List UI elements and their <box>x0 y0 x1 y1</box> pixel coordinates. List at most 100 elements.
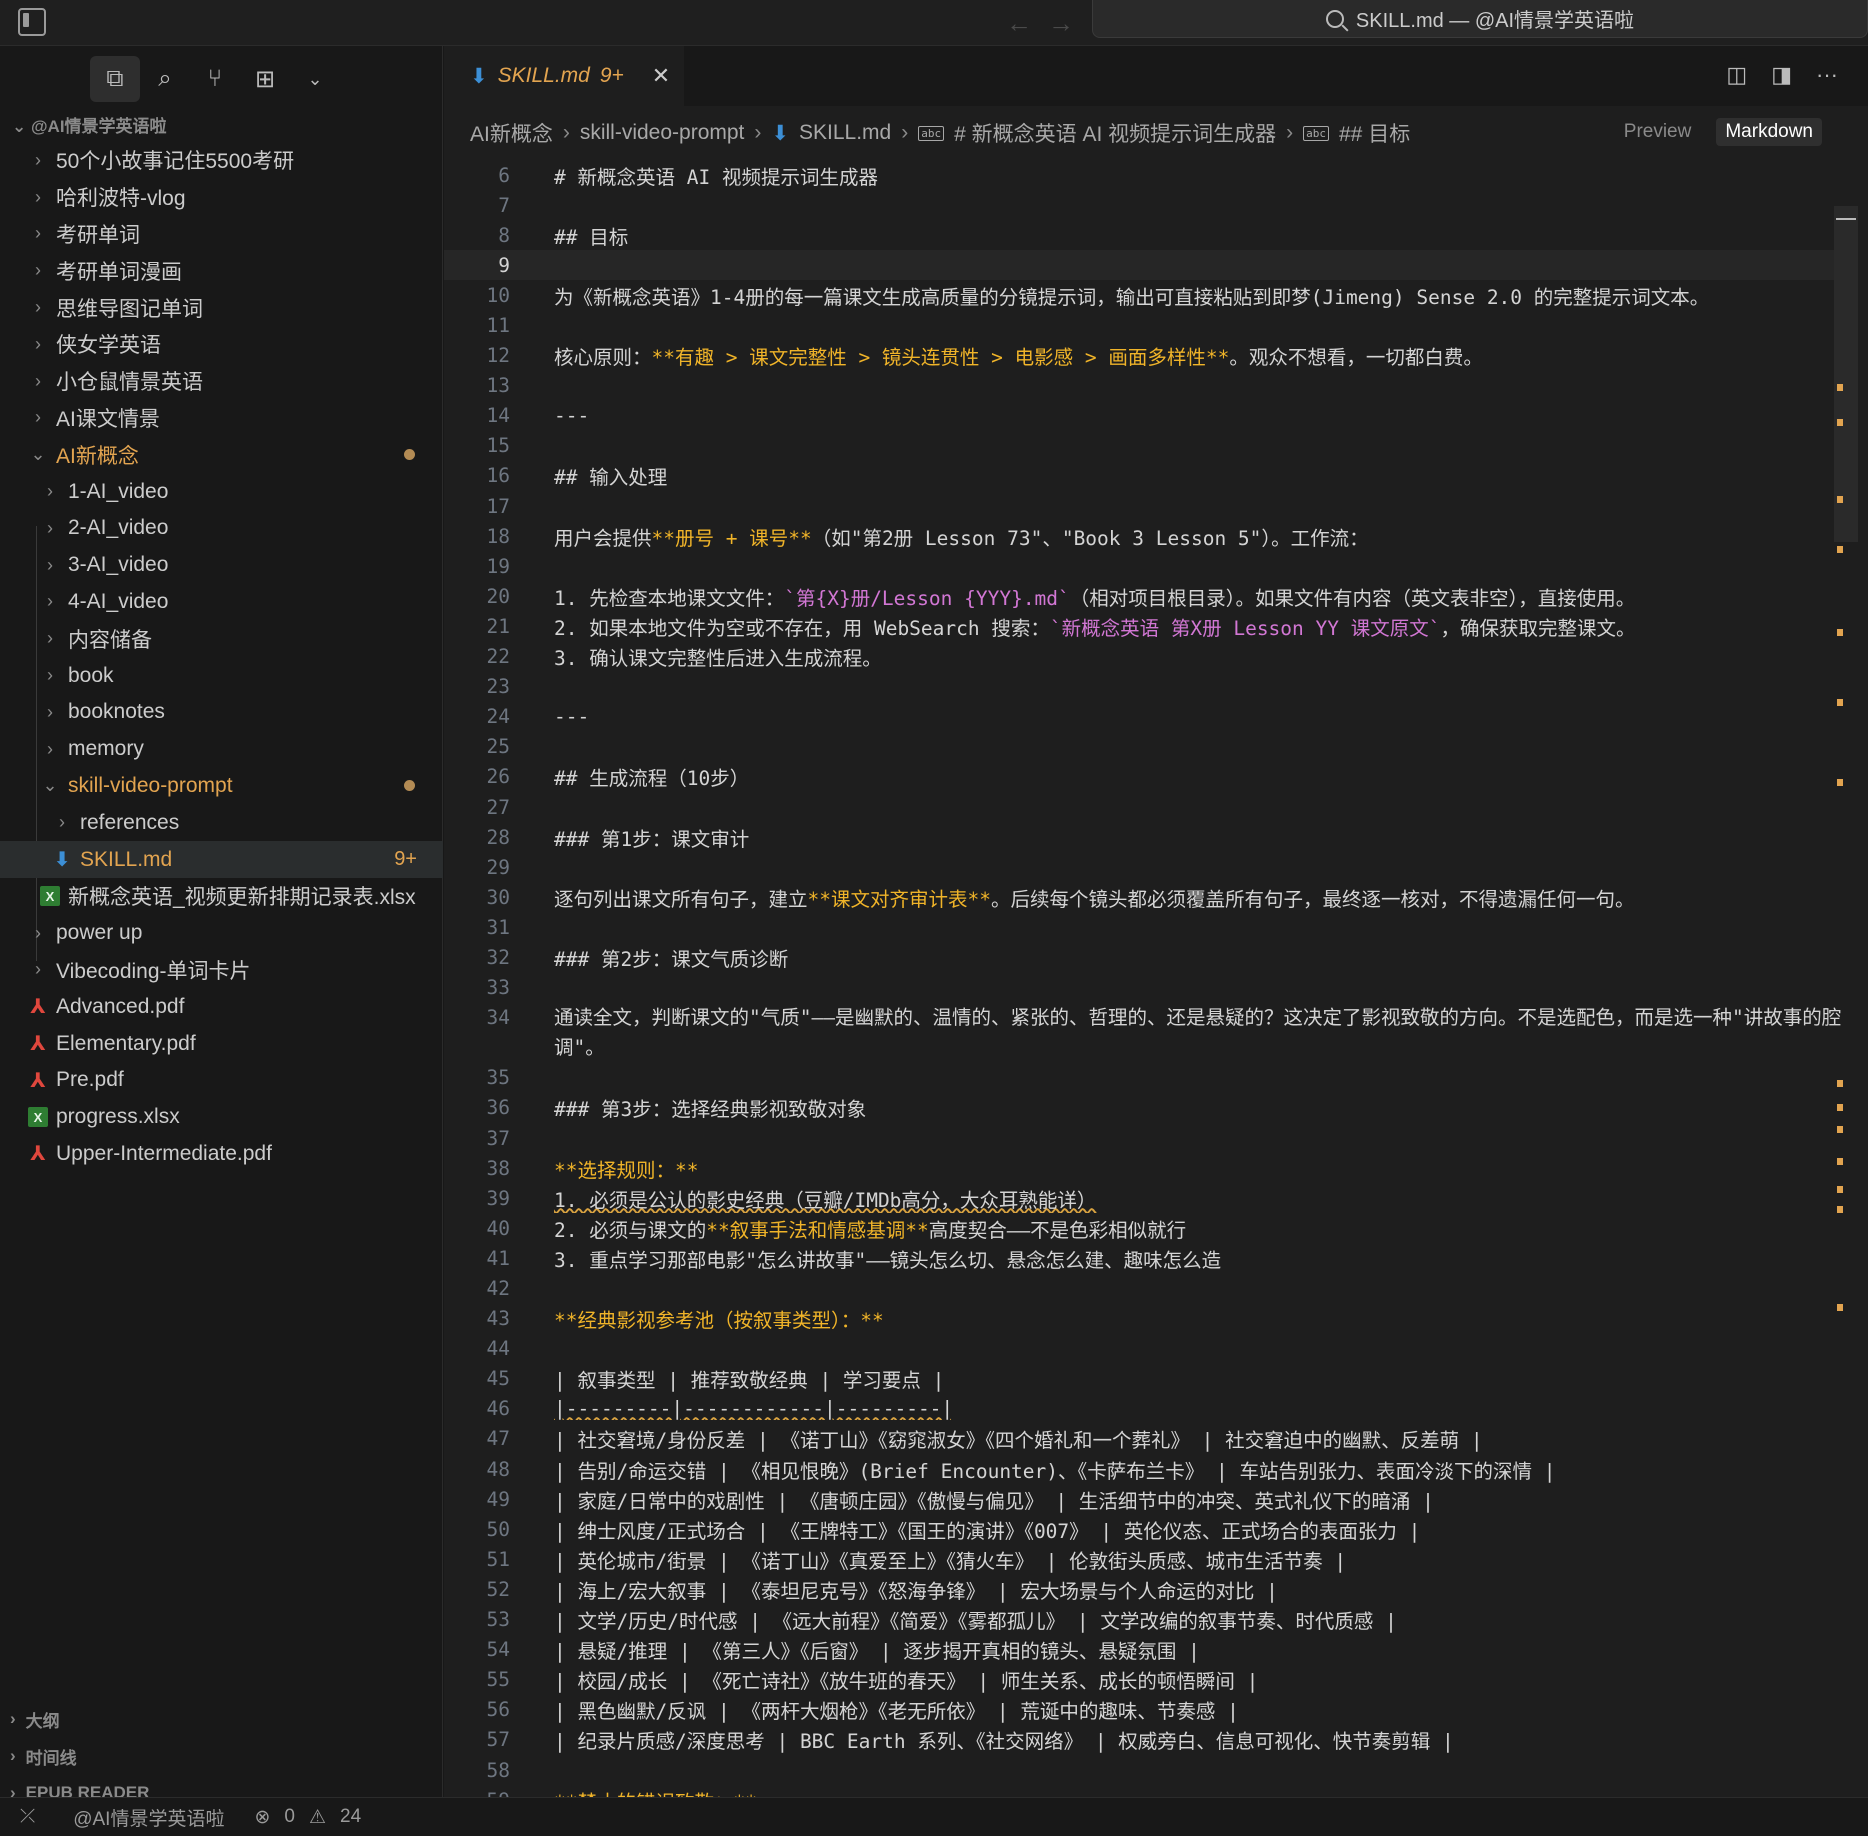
tree-item[interactable]: › 3-AI_video <box>0 547 443 584</box>
code-line[interactable]: 6 # 新概念英语 AI 视频提示词生成器 <box>444 160 1844 190</box>
tree-item[interactable]: › booknotes <box>0 694 443 731</box>
tree-item[interactable]: › 思维导图记单词 <box>0 289 443 326</box>
code-line[interactable]: 28 ### 第1步：课文审计 <box>444 822 1844 852</box>
code-line[interactable]: 43 **经典影视参考池（按叙事类型）：** <box>444 1304 1844 1334</box>
code-line[interactable]: 8 ## 目标 <box>444 220 1844 250</box>
tree-item[interactable]: ⅄ Elementary.pdf <box>0 1025 443 1062</box>
code-line[interactable]: 27 <box>444 792 1844 822</box>
editor-scrollbar[interactable] <box>1834 206 1858 542</box>
code-line[interactable]: 56 | 黑色幽默/反讽 | 《两杆大烟枪》《老无所依》 | 荒诞中的趣味、节奏感… <box>444 1695 1844 1725</box>
code-line[interactable]: 11 <box>444 310 1844 340</box>
more-actions-icon[interactable]: ··· <box>1816 62 1838 88</box>
code-line[interactable]: 58 <box>444 1755 1844 1785</box>
tree-item[interactable]: ⌄ skill-video-prompt <box>0 768 443 805</box>
code-line[interactable]: 42 <box>444 1273 1844 1303</box>
tree-item[interactable]: › Vibecoding-单词卡片 <box>0 952 443 989</box>
error-count[interactable]: 0 <box>284 1806 295 1828</box>
code-line[interactable]: 57 | 纪录片质感/深度思考 | BBC Earth 系列、《社交网络》 | 权… <box>444 1725 1844 1755</box>
code-line[interactable]: 45 | 叙事类型 | 推荐致敬经典 | 学习要点 | <box>444 1364 1844 1394</box>
tree-item[interactable]: › 小仓鼠情景英语 <box>0 363 443 400</box>
code-line[interactable]: 53 | 文学/历史/时代感 | 《远大前程》《简爱》《雾都孤儿》 | 文学改编的… <box>444 1605 1844 1635</box>
code-line[interactable]: 41 3. 重点学习那部电影"怎么讲故事"——镜头怎么切、悬念怎么建、趣味怎么造 <box>444 1243 1844 1273</box>
code-line[interactable]: 12 核心原则：**有趣 > 课文完整性 > 镜头连贯性 > 电影感 > 画面多样… <box>444 341 1844 371</box>
source-control-icon[interactable]: ⑂ <box>190 56 240 102</box>
code-line[interactable]: 36 ### 第3步：选择经典影视致敬对象 <box>444 1093 1844 1123</box>
workspace-header[interactable]: ⌄ @AI情景学英语啦 <box>12 112 167 137</box>
breadcrumb-item[interactable]: SKILL.md <box>799 121 891 145</box>
tree-item[interactable]: › 1-AI_video <box>0 473 443 510</box>
code-line[interactable]: 7 <box>444 190 1844 220</box>
code-line[interactable]: 37 <box>444 1123 1844 1153</box>
chevron-down-icon[interactable]: ⌄ <box>290 56 340 102</box>
tree-item[interactable]: › 侠女学英语 <box>0 326 443 363</box>
timeline-section[interactable]: › 时间线 <box>0 1739 443 1773</box>
command-center-search[interactable]: SKILL.md — @AI情景学英语啦 <box>1092 0 1868 38</box>
code-line[interactable]: 48 | 告别/命运交错 | 《相见恨晚》(Brief Encounter)、《卡… <box>444 1454 1844 1484</box>
code-line[interactable]: 55 | 校园/成长 | 《死亡诗社》《放牛班的春天》 | 师生关系、成长的顿悟瞬… <box>444 1665 1844 1695</box>
back-arrow-icon[interactable]: ← <box>1006 8 1032 39</box>
code-line[interactable]: 40 2. 必须与课文的**叙事手法和情感基调**高度契合——不是色彩相似就行 <box>444 1213 1844 1243</box>
split-editor-icon[interactable]: ◨ <box>1771 62 1792 88</box>
status-workspace[interactable]: @AI情景学英语啦 <box>73 1804 224 1831</box>
tree-item[interactable]: › 50个小故事记住5500考研 <box>0 142 443 179</box>
code-line[interactable]: 46 |---------|------------|---------| <box>444 1394 1844 1424</box>
search-icon[interactable]: ⌕ <box>140 56 190 102</box>
code-line[interactable]: 24 --- <box>444 702 1844 732</box>
tree-item[interactable]: › AI课文情景 <box>0 400 443 437</box>
code-editor[interactable]: 6 # 新概念英语 AI 视频提示词生成器 7 8 ## 目标 9 10 为《新概念英语》1-… <box>444 160 1844 1815</box>
remote-icon[interactable]: ⤫ <box>20 1806 35 1828</box>
code-line[interactable]: 15 <box>444 431 1844 461</box>
tree-item[interactable]: ⌄ AI新概念 <box>0 436 443 473</box>
tree-item[interactable]: › power up <box>0 915 443 952</box>
tree-item[interactable]: › memory <box>0 731 443 768</box>
tree-item[interactable]: ⅄ Advanced.pdf <box>0 988 443 1025</box>
code-line[interactable]: 23 <box>444 672 1844 702</box>
tree-item[interactable]: › 考研单词 <box>0 216 443 253</box>
code-line[interactable]: 44 <box>444 1334 1844 1364</box>
tree-item[interactable]: › references <box>0 804 443 841</box>
tree-item[interactable]: › 内容储备 <box>0 620 443 657</box>
explorer-files-icon[interactable]: ⧉ <box>90 56 140 102</box>
open-preview-side-icon[interactable]: ◫ <box>1726 62 1747 88</box>
outline-section[interactable]: › 大纲 <box>0 1702 443 1736</box>
tree-item[interactable]: › 考研单词漫画 <box>0 252 443 289</box>
code-line[interactable]: 10 为《新概念英语》1-4册的每一篇课文生成高质量的分镜提示词，输出可直接粘贴到… <box>444 280 1844 310</box>
tree-item[interactable]: X 新概念英语_视频更新排期记录表.xlsx <box>0 878 443 915</box>
code-line[interactable]: 38 **选择规则：** <box>444 1153 1844 1183</box>
code-line[interactable]: 18 用户会提供**册号 + 课号**（如"第2册 Lesson 73"、"Boo… <box>444 521 1844 551</box>
tree-item[interactable]: Xprogress.xlsx <box>0 1099 443 1136</box>
breadcrumb-item[interactable]: skill-video-prompt <box>580 121 745 145</box>
tree-item[interactable]: › 2-AI_video <box>0 510 443 547</box>
toggle-sidebar-icon[interactable] <box>18 8 46 36</box>
code-line[interactable]: 22 3. 确认课文完整性后进入生成流程。 <box>444 642 1844 672</box>
code-line[interactable]: 47 | 社交窘境/身份反差 | 《诺丁山》《窈窕淑女》《四个婚礼和一个葬礼》 |… <box>444 1424 1844 1454</box>
code-line[interactable]: 31 <box>444 912 1844 942</box>
code-line[interactable]: 51 | 英伦城市/街景 | 《诺丁山》《真爱至上》《猜火车》 | 伦敦街头质感、… <box>444 1544 1844 1574</box>
preview-mode-button[interactable]: Preview <box>1615 118 1701 146</box>
code-line[interactable]: 33 <box>444 973 1844 1003</box>
code-line[interactable]: 25 <box>444 732 1844 762</box>
code-line[interactable]: 26 ## 生成流程（10步） <box>444 762 1844 792</box>
code-line[interactable]: 13 <box>444 371 1844 401</box>
code-line[interactable]: 32 ### 第2步：课文气质诊断 <box>444 942 1844 972</box>
code-line[interactable]: 39 1. 必须是公认的影史经典（豆瓣/IMDb高分，大众耳熟能详） <box>444 1183 1844 1213</box>
tree-item[interactable]: › 哈利波特-vlog <box>0 179 443 216</box>
tree-item[interactable]: › book <box>0 657 443 694</box>
extensions-icon[interactable]: ⊞ <box>240 56 290 102</box>
code-line[interactable]: 20 1. 先检查本地课文文件：`第{X}册/Lesson {YYY}.md`（相… <box>444 581 1844 611</box>
close-icon[interactable]: ✕ <box>652 63 670 89</box>
code-line[interactable]: 52 | 海上/宏大叙事 | 《泰坦尼克号》《怒海争锋》 | 宏大场景与个人命运的… <box>444 1574 1844 1604</box>
code-line[interactable]: 49 | 家庭/日常中的戏剧性 | 《唐顿庄园》《傲慢与偏见》 | 生活细节中的冲… <box>444 1484 1844 1514</box>
breadcrumb-item[interactable]: ## 目标 <box>1339 118 1410 148</box>
tab-skill-md[interactable]: ⬇ SKILL.md 9+ ✕ <box>444 46 684 106</box>
code-line[interactable]: 19 <box>444 551 1844 581</box>
code-line[interactable]: 16 ## 输入处理 <box>444 461 1844 491</box>
code-line[interactable]: 34 通读全文，判断课文的"气质"——是幽默的、温情的、紧张的、哲理的、还是悬疑的… <box>444 1003 1844 1063</box>
code-line[interactable]: 30 逐句列出课文所有句子，建立**课文对齐审计表**。后续每个镜头都必须覆盖所有… <box>444 882 1844 912</box>
code-line[interactable]: 35 <box>444 1063 1844 1093</box>
code-line[interactable]: 21 2. 如果本地文件为空或不存在，用 WebSearch 搜索：`新概念英语 … <box>444 611 1844 641</box>
breadcrumb-item[interactable]: AI新概念 <box>470 118 553 148</box>
code-line[interactable]: 50 | 绅士风度/正式场合 | 《王牌特工》《国王的演讲》《007》 | 英伦仪… <box>444 1514 1844 1544</box>
code-line[interactable]: 29 <box>444 852 1844 882</box>
breadcrumb-item[interactable]: # 新概念英语 AI 视频提示词生成器 <box>954 118 1276 148</box>
